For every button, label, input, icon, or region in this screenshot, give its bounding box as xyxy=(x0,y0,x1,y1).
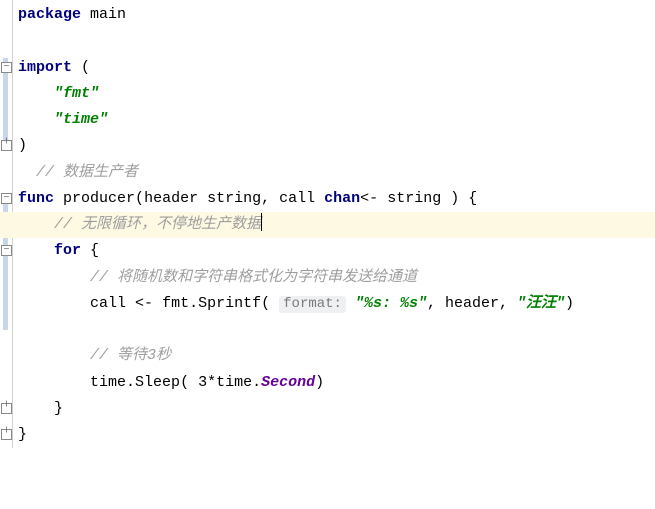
keyword-import: import xyxy=(18,59,72,76)
fold-icon[interactable]: − xyxy=(1,245,12,256)
code-line[interactable] xyxy=(0,317,655,343)
fold-icon[interactable]: − xyxy=(1,62,12,73)
type: string xyxy=(207,190,261,207)
text-caret xyxy=(261,213,262,231)
ident: time xyxy=(216,374,252,391)
code-line[interactable]: // 数据生产者 xyxy=(0,160,655,186)
code-line[interactable]: // 将随机数和字符串格式化为字符串发送给通道 xyxy=(0,265,655,291)
ident: header xyxy=(445,295,499,312)
code-line[interactable]: −import ( xyxy=(0,55,655,81)
constant: Second xyxy=(261,374,315,391)
package-name: main xyxy=(90,6,126,23)
ident: fmt xyxy=(162,295,189,312)
code-line[interactable]: ╵} xyxy=(0,422,655,448)
func-name: producer xyxy=(63,190,135,207)
keyword-chan: chan xyxy=(324,190,360,207)
keyword-for: for xyxy=(54,242,81,259)
code-line[interactable]: ╵ } xyxy=(0,396,655,422)
ident: Sprintf xyxy=(198,295,261,312)
string-literal: "%s: %s" xyxy=(355,295,427,312)
fold-icon[interactable]: − xyxy=(1,193,12,204)
number: 3 xyxy=(198,374,207,391)
comment: // 数据生产者 xyxy=(36,164,138,181)
code-line[interactable]: call <- fmt.Sprintf( format: "%s: %s", h… xyxy=(0,291,655,317)
code-editor[interactable]: package main −import ( "fmt" "time" ╵) /… xyxy=(0,0,655,448)
ident: call xyxy=(90,295,126,312)
code-line[interactable]: package main xyxy=(0,2,655,28)
code-line[interactable]: − for { xyxy=(0,238,655,264)
ident: time xyxy=(90,374,126,391)
code-line[interactable]: "time" xyxy=(0,107,655,133)
comment: // 等待3秒 xyxy=(90,347,171,364)
chan-arrow: <- xyxy=(360,190,378,207)
string-literal: "汪汪" xyxy=(517,295,565,312)
code-line[interactable] xyxy=(0,28,655,54)
param: header xyxy=(144,190,198,207)
send-op: <- xyxy=(135,295,153,312)
import-path: "fmt" xyxy=(54,85,99,102)
type: string xyxy=(387,190,441,207)
code-line-active[interactable]: // 无限循环，不停地生产数据 xyxy=(0,212,655,238)
param: call xyxy=(279,190,315,207)
import-path: "time" xyxy=(54,111,108,128)
keyword-func: func xyxy=(18,190,54,207)
fold-end-icon: ╵ xyxy=(1,403,12,414)
param-hint: format: xyxy=(279,296,346,313)
code-line[interactable]: "fmt" xyxy=(0,81,655,107)
code-line[interactable]: −func producer(header string, call chan<… xyxy=(0,186,655,212)
fold-end-icon: ╵ xyxy=(1,140,12,151)
comment: // 无限循环，不停地生产数据 xyxy=(54,216,261,233)
code-line[interactable]: // 等待3秒 xyxy=(0,343,655,369)
keyword-package: package xyxy=(18,6,81,23)
code-line[interactable]: time.Sleep( 3*time.Second) xyxy=(0,370,655,396)
code-line[interactable]: ╵) xyxy=(0,133,655,159)
fold-end-icon: ╵ xyxy=(1,429,12,440)
comment: // 将随机数和字符串格式化为字符串发送给通道 xyxy=(90,269,417,286)
operator: * xyxy=(207,374,216,391)
ident: Sleep xyxy=(135,374,180,391)
